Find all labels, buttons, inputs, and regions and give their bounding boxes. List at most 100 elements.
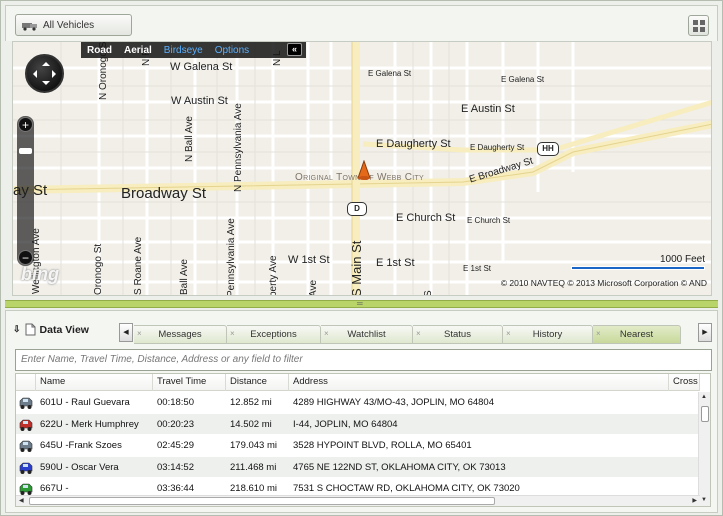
street-label: Oronogo St [93,243,104,295]
all-vehicles-button[interactable]: All Vehicles [15,14,132,36]
zoom-out-icon[interactable]: − [18,250,33,265]
vertical-scrollbar[interactable]: ▲ ▼ [698,392,710,506]
map-style-bar: Road Aerial Birdseye Options « [81,42,306,58]
close-icon[interactable]: × [137,329,142,339]
column-header-icon [16,374,36,391]
zoom-slider[interactable]: + − [17,116,34,266]
scale-label: 1000 Feet [659,254,705,265]
horizontal-scrollbar[interactable]: ◀ ▶ [16,495,700,506]
table-row[interactable]: 601U - Raul Guevara 00:18:50 12.852 mi 4289… [16,392,700,414]
distance-cell: 211.468 mi [230,461,277,473]
street-label: S [423,290,434,296]
grid-icon [692,19,698,25]
distance-cell: 14.502 mi [230,418,272,430]
address-cell: 3528 HYPOINT BLVD, ROLLA, MO 65401 [293,440,472,451]
collapse-nav-button[interactable]: « [287,43,302,56]
street-label: E Galena St [368,69,412,78]
address-cell: 4765 NE 122ND ST, OKLAHOMA CITY, OK 7301… [293,461,506,473]
cross-cell [669,392,700,413]
street-label: E Church St [396,212,456,224]
street-label: E 1st St [463,264,492,273]
distance-cell: 12.852 mi [230,397,272,408]
column-header-distance[interactable]: Distance [226,374,289,391]
tab-status[interactable]: × Status [413,325,503,344]
street-label: E Galena St [501,75,545,84]
vehicle-icon [16,435,36,456]
scroll-thumb[interactable] [701,406,709,422]
scroll-right-icon[interactable]: ▶ [692,497,697,504]
street-label: W Austin St [171,95,228,107]
all-vehicles-label: All Vehicles [43,19,95,31]
vehicle-icon [16,414,36,435]
location-pin-icon[interactable] [357,160,371,180]
filter-input[interactable]: Enter Name, Travel Time, Distance, Addre… [15,349,712,371]
street-label: E Church St [467,216,511,225]
data-view-title[interactable]: ⇩ Data View [13,323,89,336]
aerial-button[interactable]: Aerial [118,45,158,56]
column-header-address[interactable]: Address [289,374,669,391]
table-row[interactable]: 622U - Merk Humphrey 00:20:23 14.502 mi I-4… [16,413,700,435]
close-icon[interactable]: × [596,329,601,339]
tab-nearest[interactable]: × Nearest [593,325,681,344]
street-label: Ball Ave [179,259,190,295]
data-view-panel: ⇩ Data View ◀ × Messages × Exceptions × Wat… [5,310,718,513]
tab-messages[interactable]: × Messages [134,325,227,344]
tab-strip: × Messages × Exceptions × Watchlist × Status… [134,325,681,344]
close-icon[interactable]: × [230,329,235,339]
scroll-thumb[interactable] [29,497,495,505]
column-header-name[interactable]: Name [36,374,153,391]
document-icon [25,323,36,336]
close-icon[interactable]: × [416,329,421,339]
options-button[interactable]: Options [209,45,255,56]
tab-exceptions[interactable]: × Exceptions [227,325,321,344]
tab-watchlist[interactable]: × Watchlist [321,325,413,344]
address-cell: 4289 HIGHWAY 43/MO-43, JOPLIN, MO 64804 [293,397,494,408]
cross-cell [669,457,700,478]
street-label: E 1st St [376,257,415,269]
panel-splitter[interactable]: ═ [5,299,718,308]
street-label: S Roane Ave [133,236,144,295]
distance-cell: 179.043 mi [230,440,278,451]
map-view[interactable]: W Galena St E Galena St E Galena St W Au… [12,41,712,296]
zoom-thumb[interactable] [19,148,32,154]
layout-grid-button[interactable] [688,15,709,36]
name-cell: 645U -Frank Szoes [40,440,122,451]
road-button[interactable]: Road [81,45,118,56]
pan-compass[interactable] [25,54,64,93]
table-row[interactable]: 645U -Frank Szoes 02:45:29 179.043 mi 3528 … [16,435,700,457]
close-icon[interactable]: × [324,329,329,339]
scroll-left-icon[interactable]: ◀ [19,497,24,504]
tab-history[interactable]: × History [503,325,593,344]
grid-rows: 601U - Raul Guevara 00:18:50 12.852 mi 4289… [16,392,700,500]
street-label: S Main St [349,240,364,296]
scroll-up-icon[interactable]: ▲ [701,394,707,400]
route-shield: HH [537,142,559,156]
nearest-grid: Name Travel Time Distance Address Cross … [15,373,711,507]
tabs-scroll-left-button[interactable]: ◀ [119,323,133,342]
scroll-down-icon[interactable]: ▼ [701,497,707,503]
table-row[interactable]: 590U - Oscar Vera 03:14:52 211.468 mi 4765 … [16,456,700,478]
collapse-icon[interactable]: ⇩ [13,324,21,335]
data-view-header: ⇩ Data View ◀ × Messages × Exceptions × Wat… [6,311,717,347]
route-shield: D [347,202,367,216]
column-header-cross[interactable]: Cross [669,374,700,391]
splitter-grip-icon: ═ [357,299,363,308]
data-view-label: Data View [39,323,89,336]
address-cell: I-44, JOPLIN, MO 64804 [293,418,398,430]
tabs-scroll-right-button[interactable]: ▶ [698,323,712,342]
top-toolbar: All Vehicles [5,5,718,41]
street-label: N Ball Ave [184,116,195,162]
column-header-travel-time[interactable]: Travel Time [153,374,226,391]
zoom-in-icon[interactable]: + [18,117,33,132]
grid-header: Name Travel Time Distance Address Cross [16,374,700,391]
bing-logo: bing [21,264,59,284]
birdseye-button[interactable]: Birdseye [158,45,209,56]
street-label: E Daugherty St [376,138,451,150]
map-copyright: © 2010 NAVTEQ © 2013 Microsoft Corporati… [500,278,707,288]
travel-time-cell: 00:20:23 [157,418,194,430]
scale-bar [571,266,705,270]
travel-time-cell: 02:45:29 [157,440,194,451]
travel-time-cell: 00:18:50 [157,397,194,408]
close-icon[interactable]: × [506,329,511,339]
app-frame: All Vehicles W Galena St E Galena St E G… [0,0,723,516]
